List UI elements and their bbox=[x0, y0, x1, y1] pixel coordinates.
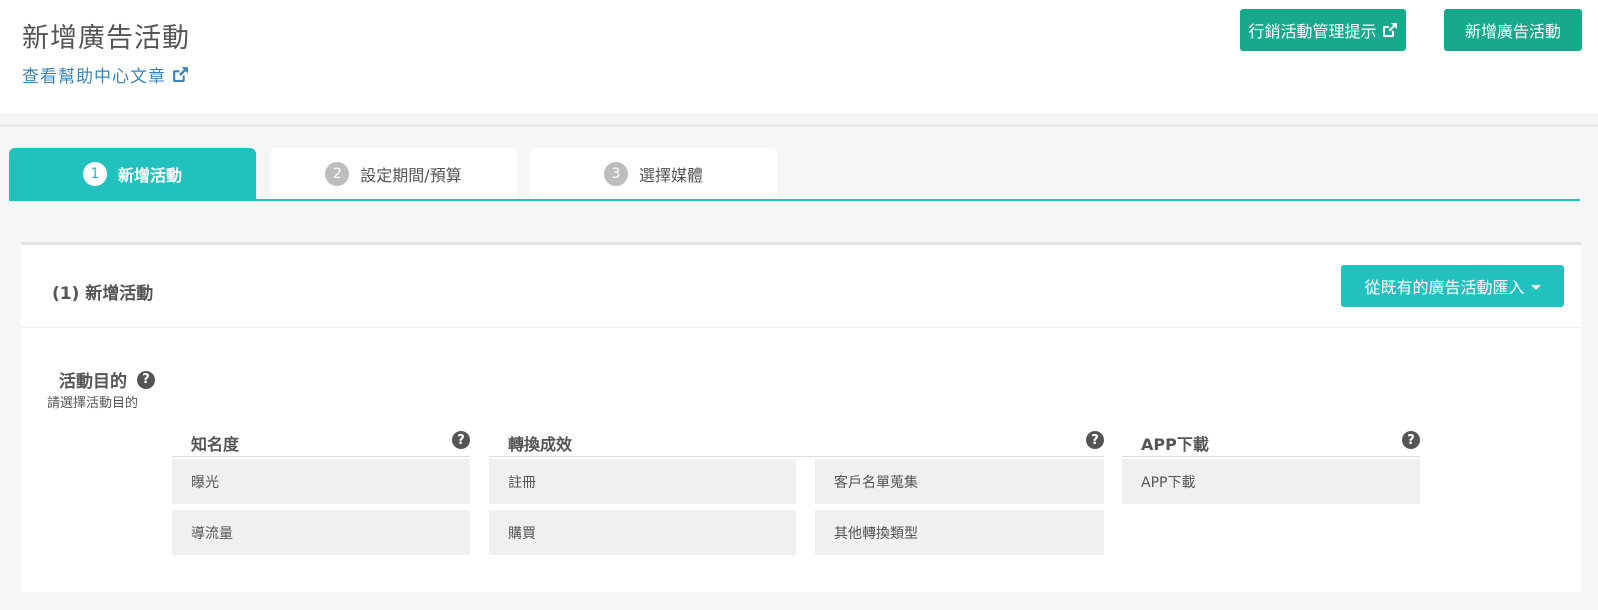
tab-period-budget[interactable]: 2 設定期間/預算 bbox=[270, 148, 517, 199]
objective-option-purchase[interactable]: 購買 bbox=[489, 510, 796, 555]
external-link-icon bbox=[1382, 23, 1397, 37]
question-circle-icon[interactable]: ? bbox=[1402, 431, 1420, 449]
objective-option-other-conversion[interactable]: 其他轉換類型 bbox=[815, 510, 1104, 555]
question-circle-icon[interactable]: ? bbox=[452, 431, 470, 449]
step-number-badge: 3 bbox=[603, 161, 628, 186]
group-header-awareness: 知名度 ? bbox=[172, 431, 470, 457]
step-number-badge: 2 bbox=[325, 161, 350, 186]
section-divider bbox=[0, 124, 1598, 127]
campaign-tips-button[interactable]: 行銷活動管理提示 bbox=[1240, 9, 1406, 51]
tab-new-campaign[interactable]: 1 新增活動 bbox=[9, 148, 256, 199]
group-header-conversion: 轉換成效 ? bbox=[489, 431, 1104, 457]
import-campaign-dropdown[interactable]: 從既有的廣告活動匯入 bbox=[1341, 265, 1564, 307]
objective-option-app-download[interactable]: APP下載 bbox=[1122, 459, 1420, 504]
tab-label: 新增活動 bbox=[117, 165, 182, 185]
card-title: (1) 新增活動 bbox=[52, 284, 154, 304]
caret-down-icon bbox=[1530, 284, 1541, 290]
campaign-tips-label: 行銷活動管理提示 bbox=[1248, 22, 1377, 41]
objective-option-traffic[interactable]: 導流量 bbox=[172, 510, 470, 555]
new-campaign-button[interactable]: 新增廣告活動 bbox=[1444, 9, 1582, 51]
import-label: 從既有的廣告活動匯入 bbox=[1364, 278, 1525, 297]
external-link-icon bbox=[173, 67, 188, 82]
objective-hint: 請選擇活動目的 bbox=[47, 396, 139, 411]
group-header-app: APP下載 ? bbox=[1122, 431, 1420, 457]
objective-label-text: 活動目的 bbox=[59, 372, 127, 392]
group-title: APP下載 bbox=[1141, 435, 1209, 454]
group-title: 轉換成效 bbox=[508, 435, 573, 454]
new-campaign-label: 新增廣告活動 bbox=[1464, 22, 1561, 41]
step-number-badge: 1 bbox=[82, 161, 107, 186]
page-title: 新增廣告活動 bbox=[22, 23, 190, 54]
objective-option-lead-gen[interactable]: 客戶名單蒐集 bbox=[815, 459, 1104, 504]
tab-select-media[interactable]: 3 選擇媒體 bbox=[530, 148, 777, 199]
card-header: (1) 新增活動 從既有的廣告活動匯入 bbox=[21, 245, 1581, 328]
objective-option-exposure[interactable]: 曝光 bbox=[172, 459, 470, 504]
tab-label: 選擇媒體 bbox=[638, 165, 703, 185]
objective-option-signup[interactable]: 註冊 bbox=[489, 459, 796, 504]
help-center-link[interactable]: 查看幫助中心文章 bbox=[22, 62, 189, 87]
group-title: 知名度 bbox=[191, 435, 240, 454]
page-header: 新增廣告活動 查看幫助中心文章 行銷活動管理提示 新增廣告活動 bbox=[0, 0, 1598, 113]
campaign-form-card: (1) 新增活動 從既有的廣告活動匯入 活動目的 ? 請選擇活動目的 知名度 ?… bbox=[21, 242, 1581, 592]
step-tabs: 1 新增活動 2 設定期間/預算 3 選擇媒體 bbox=[9, 148, 1580, 201]
help-link-label: 查看幫助中心文章 bbox=[22, 67, 166, 87]
question-circle-icon[interactable]: ? bbox=[1086, 431, 1104, 449]
objective-label: 活動目的 ? bbox=[59, 367, 155, 392]
tab-label: 設定期間/預算 bbox=[360, 165, 462, 185]
question-circle-icon[interactable]: ? bbox=[137, 370, 155, 389]
